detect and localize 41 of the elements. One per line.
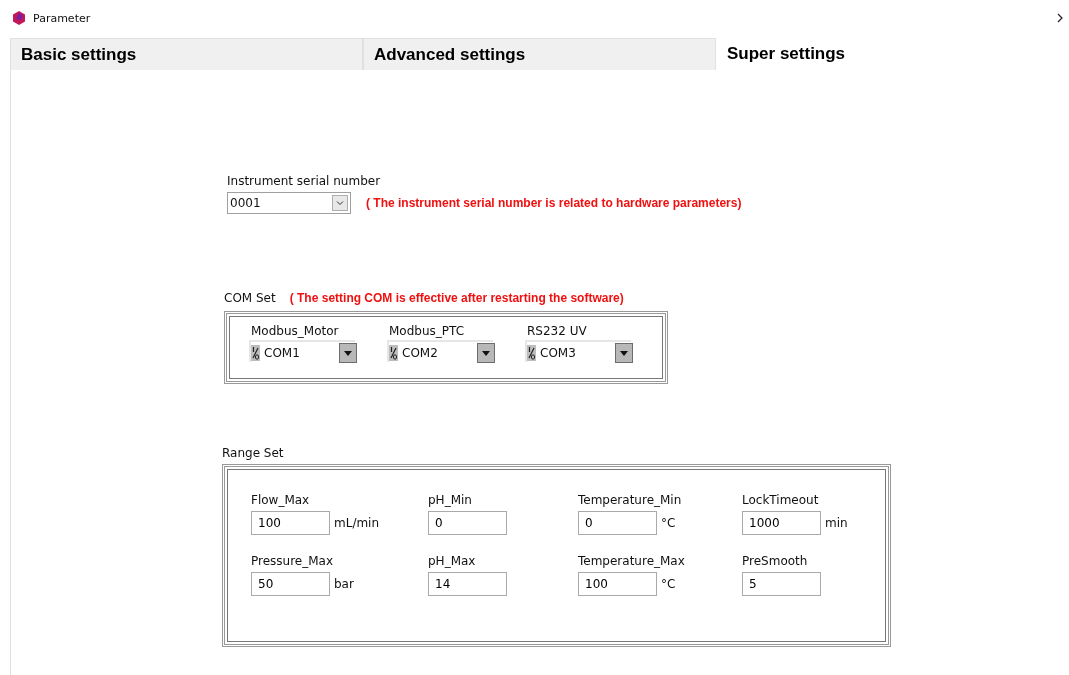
field-label: Temperature_Min bbox=[578, 493, 683, 507]
serial-number-dropdown[interactable]: 0001 bbox=[227, 192, 351, 214]
chevron-right-icon[interactable] bbox=[1057, 13, 1063, 23]
window-title: Parameter bbox=[33, 11, 91, 25]
unit-label: °C bbox=[661, 516, 676, 530]
section-label: Range Set bbox=[222, 446, 285, 460]
number-field[interactable]: 100 bbox=[251, 511, 330, 535]
field-label: LockTimeout bbox=[742, 493, 820, 507]
number-field[interactable]: 1000 bbox=[742, 511, 821, 535]
unit-label: mL/min bbox=[334, 516, 380, 530]
unit-label: °C bbox=[661, 577, 676, 591]
field-label: Temperature_Max bbox=[578, 554, 686, 568]
number-field[interactable]: 5 bbox=[742, 572, 821, 596]
section-label: COM Set bbox=[224, 291, 276, 305]
io-icon bbox=[251, 345, 260, 361]
field-label: PreSmooth bbox=[742, 554, 809, 568]
field-label: Modbus_PTC bbox=[389, 324, 466, 338]
number-field[interactable]: 100 bbox=[578, 572, 657, 596]
com-port-selector[interactable]: COM2 bbox=[389, 342, 495, 364]
io-icon bbox=[389, 345, 398, 361]
field-label: Pressure_Max bbox=[251, 554, 335, 568]
unit-label: bar bbox=[334, 577, 354, 591]
field-label: RS232 UV bbox=[527, 324, 588, 338]
number-field[interactable]: 0 bbox=[428, 511, 507, 535]
io-icon bbox=[527, 345, 536, 361]
field-label: Flow_Max bbox=[251, 493, 311, 507]
tab[interactable]: Advanced settings bbox=[363, 38, 716, 70]
com-port-selector[interactable]: COM1 bbox=[251, 342, 357, 364]
com-port-selector[interactable]: COM3 bbox=[527, 342, 633, 364]
warning-note: ( The setting COM is effective after restarting the software) bbox=[289, 291, 624, 305]
unit-label: min bbox=[825, 516, 848, 530]
app-logo-icon bbox=[12, 11, 26, 25]
warning-note: ( The instrument serial number is related to hardware parameters) bbox=[366, 196, 742, 210]
number-field[interactable]: 14 bbox=[428, 572, 507, 596]
field-label: Instrument serial number bbox=[227, 174, 382, 188]
number-field[interactable]: 0 bbox=[578, 511, 657, 535]
number-field[interactable]: 50 bbox=[251, 572, 330, 596]
field-label: pH_Max bbox=[428, 554, 477, 568]
field-label: pH_Min bbox=[428, 493, 473, 507]
tab[interactable]: Basic settings bbox=[10, 38, 363, 70]
field-label: Modbus_Motor bbox=[251, 324, 340, 338]
